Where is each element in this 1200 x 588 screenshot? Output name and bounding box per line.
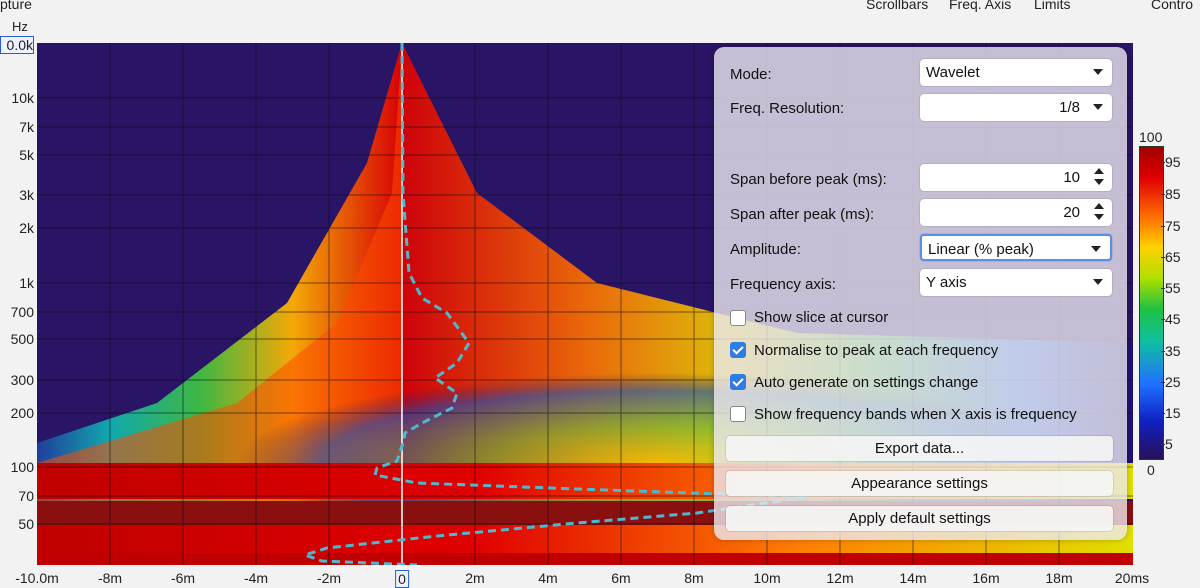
amplitude-select[interactable]: Linear (% peak) bbox=[920, 234, 1112, 261]
limits-label[interactable]: Limits bbox=[1034, 0, 1071, 12]
appearance-settings-button[interactable]: Appearance settings bbox=[726, 471, 1113, 496]
show-slice-checkbox[interactable] bbox=[730, 310, 746, 326]
colorbar-tick: 75 bbox=[1161, 218, 1181, 234]
normalise-checkbox[interactable] bbox=[730, 342, 746, 358]
x-tick: 14m bbox=[899, 570, 927, 586]
chevron-down-icon bbox=[1091, 246, 1101, 252]
auto-generate-label[interactable]: Auto generate on settings change bbox=[754, 374, 978, 391]
y-tick: 700 bbox=[10, 304, 34, 320]
colorbar-tick: 5 bbox=[1161, 436, 1173, 452]
colorbar-tick: 55 bbox=[1161, 280, 1181, 296]
mode-value: Wavelet bbox=[926, 64, 980, 81]
chevron-down-icon bbox=[1093, 69, 1103, 75]
y-tick: 50 bbox=[18, 516, 34, 532]
y-axis-unit: Hz bbox=[12, 19, 28, 34]
chevron-down-icon bbox=[1093, 279, 1103, 285]
x-tick: -8m bbox=[97, 570, 123, 586]
x-tick: 16m bbox=[972, 570, 1000, 586]
show-slice-label[interactable]: Show slice at cursor bbox=[754, 309, 888, 326]
colorbar-tick: 15 bbox=[1161, 405, 1181, 421]
y-tick: 7k bbox=[19, 119, 34, 135]
x-tick: 4m bbox=[538, 570, 558, 586]
colorbar-tick: 35 bbox=[1161, 343, 1181, 359]
x-tick: 12m bbox=[826, 570, 854, 586]
x-tick: -2m bbox=[316, 570, 342, 586]
frequency-axis-value: Y axis bbox=[926, 274, 967, 291]
controls-label[interactable]: Contro bbox=[1151, 0, 1193, 12]
mode-select[interactable]: Wavelet bbox=[920, 59, 1112, 86]
x-tick: -4m bbox=[243, 570, 269, 586]
y-tick-top[interactable]: 0.0k bbox=[0, 36, 34, 54]
normalise-label[interactable]: Normalise to peak at each frequency bbox=[754, 342, 998, 359]
auto-generate-checkbox[interactable] bbox=[730, 374, 746, 390]
y-tick: 200 bbox=[10, 405, 34, 421]
top-toolbar: pture Scrollbars Freq. Axis Limits Contr… bbox=[0, 0, 1200, 18]
colorbar-max: 100 bbox=[1139, 129, 1163, 145]
colorbar-tick: 45 bbox=[1161, 311, 1181, 327]
freq-resolution-label: Freq. Resolution: bbox=[730, 100, 845, 117]
x-tick-zero[interactable]: 0 bbox=[395, 570, 409, 588]
span-after-value: 20 bbox=[1063, 204, 1080, 221]
x-tick: 18m bbox=[1045, 570, 1073, 586]
spectrogram-settings-panel: Mode: Wavelet Freq. Resolution: 1/8 Span… bbox=[714, 47, 1127, 540]
apply-default-settings-button[interactable]: Apply default settings bbox=[726, 506, 1113, 531]
frequency-axis-select[interactable]: Y axis bbox=[920, 269, 1112, 296]
x-tick: 6m bbox=[611, 570, 631, 586]
amplitude-label: Amplitude: bbox=[730, 241, 801, 258]
colorbar-tick: 95 bbox=[1161, 154, 1181, 170]
y-tick: 2k bbox=[19, 220, 34, 236]
show-bands-checkbox[interactable] bbox=[730, 406, 746, 422]
frequency-axis-label: Frequency axis: bbox=[730, 276, 836, 293]
y-tick: 10k bbox=[11, 90, 34, 106]
freq-axis-label[interactable]: Freq. Axis bbox=[949, 0, 1011, 12]
amplitude-value: Linear (% peak) bbox=[928, 241, 1034, 258]
colorbar-tick: 25 bbox=[1161, 374, 1181, 390]
y-tick: 500 bbox=[10, 331, 34, 347]
x-tick: 2m bbox=[465, 570, 485, 586]
export-data-button[interactable]: Export data... bbox=[726, 436, 1113, 461]
colorbar-tick: 85 bbox=[1161, 186, 1181, 202]
y-tick: 300 bbox=[10, 372, 34, 388]
capture-label[interactable]: pture bbox=[0, 0, 32, 12]
span-after-stepper[interactable]: 20 bbox=[920, 199, 1112, 226]
freq-resolution-select[interactable]: 1/8 bbox=[920, 94, 1112, 121]
span-before-stepper[interactable]: 10 bbox=[920, 164, 1112, 191]
span-after-label: Span after peak (ms): bbox=[730, 206, 875, 223]
y-tick: 5k bbox=[19, 147, 34, 163]
x-tick: -6m bbox=[170, 570, 196, 586]
y-tick: 3k bbox=[19, 187, 34, 203]
span-before-label: Span before peak (ms): bbox=[730, 171, 887, 188]
x-tick: 8m bbox=[684, 570, 704, 586]
stepper-arrows-icon[interactable] bbox=[1094, 203, 1104, 221]
show-bands-label[interactable]: Show frequency bands when X axis is freq… bbox=[754, 406, 1077, 423]
y-tick: 70 bbox=[18, 488, 34, 504]
colorbar-tick: 65 bbox=[1161, 249, 1181, 265]
y-tick: 1k bbox=[19, 275, 34, 291]
span-before-value: 10 bbox=[1063, 169, 1080, 186]
y-tick: 100 bbox=[10, 459, 34, 475]
chevron-down-icon bbox=[1093, 104, 1103, 110]
colorbar-min: 0 bbox=[1147, 462, 1155, 478]
mode-label: Mode: bbox=[730, 66, 772, 83]
x-tick: -10.0m bbox=[15, 570, 59, 586]
scrollbars-label[interactable]: Scrollbars bbox=[866, 0, 928, 12]
x-tick: 20ms bbox=[1114, 570, 1150, 586]
stepper-arrows-icon[interactable] bbox=[1094, 168, 1104, 186]
freq-resolution-value: 1/8 bbox=[1059, 99, 1080, 116]
x-tick: 10m bbox=[753, 570, 781, 586]
